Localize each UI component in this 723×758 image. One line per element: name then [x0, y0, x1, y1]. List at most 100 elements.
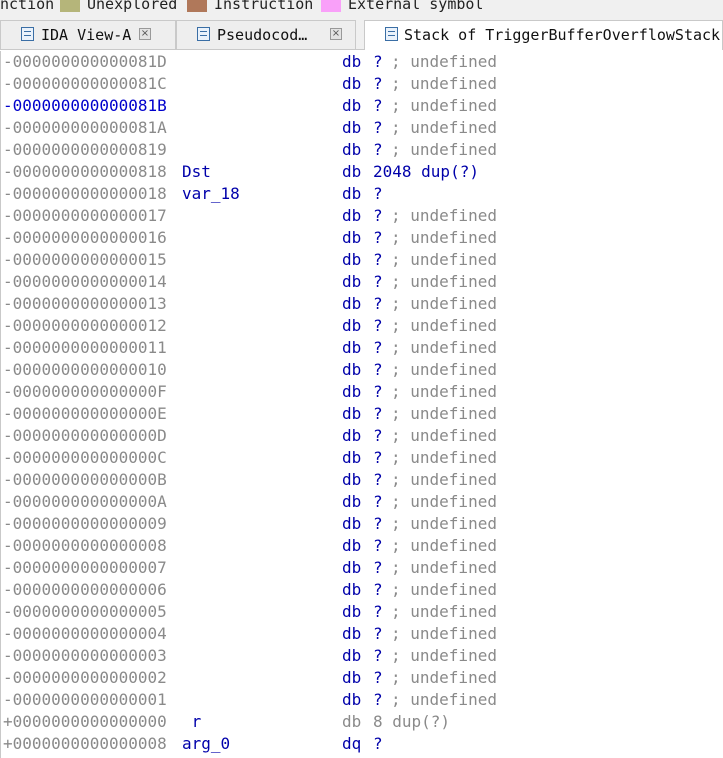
stack-row[interactable]: -0000000000000013 db? ; undefined — [1, 293, 723, 315]
stack-row[interactable]: -0000000000000001 db? ; undefined — [1, 689, 723, 711]
stack-offset: +0000000000000000 — [3, 712, 167, 731]
stack-row[interactable]: -0000000000000008 db? ; undefined — [1, 535, 723, 557]
stack-row[interactable]: -0000000000000006 db? ; undefined — [1, 579, 723, 601]
stack-row[interactable]: -0000000000000003 db? ; undefined — [1, 645, 723, 667]
stack-var-value: ? — [373, 360, 383, 379]
stack-var-name: Dst — [182, 162, 211, 181]
stack-var-value: ? — [373, 272, 383, 291]
tab-label: Pseudocod… — [217, 26, 308, 44]
stack-row[interactable]: +0000000000000000 r db 8 dup(?) — [1, 711, 723, 733]
stack-var-type: db — [342, 404, 362, 423]
close-icon[interactable]: × — [330, 28, 342, 40]
stack-var-type: db — [342, 162, 362, 181]
stack-offset: -0000000000000003 — [3, 646, 167, 665]
stack-offset: -0000000000000001 — [3, 690, 167, 709]
stack-row[interactable]: -000000000000081A db? ; undefined — [1, 117, 723, 139]
stack-row[interactable]: -000000000000000F db? ; undefined — [1, 381, 723, 403]
tab-label: Stack of TriggerBufferOverflowStack — [404, 26, 721, 44]
color-legend-bar: nction Unexplored Instruction External s… — [0, 0, 723, 14]
stack-row[interactable]: -000000000000000A db? ; undefined — [1, 491, 723, 513]
stack-row[interactable]: -0000000000000005 db? ; undefined — [1, 601, 723, 623]
stack-var-comment: ; undefined — [391, 360, 497, 379]
stack-offset: -0000000000000819 — [3, 140, 167, 159]
stack-row[interactable]: -0000000000000004 db? ; undefined — [1, 623, 723, 645]
stack-var-type: db — [342, 294, 362, 313]
stack-var-value: ? — [373, 184, 383, 203]
stack-var-type: db — [342, 514, 362, 533]
stack-row[interactable]: -000000000000000D db? ; undefined — [1, 425, 723, 447]
stack-var-type: db — [342, 492, 362, 511]
stack-offset: -000000000000081B — [3, 96, 167, 115]
stack-var-type: db — [342, 602, 362, 621]
stack-var-value: ? — [373, 52, 383, 71]
stack-var-type: db — [342, 316, 362, 335]
stack-var-value: ? — [373, 74, 383, 93]
stack-row[interactable]: -0000000000000819 db? ; undefined — [1, 139, 723, 161]
stack-row[interactable]: -0000000000000012 db? ; undefined — [1, 315, 723, 337]
stack-offset: -000000000000000C — [3, 448, 167, 467]
stack-var-comment: ; undefined — [391, 96, 497, 115]
stack-offset: -000000000000000D — [3, 426, 167, 445]
stack-offset: -0000000000000015 — [3, 250, 167, 269]
stack-row[interactable]: -000000000000000C db? ; undefined — [1, 447, 723, 469]
stack-offset: -000000000000000B — [3, 470, 167, 489]
stack-var-comment: ; undefined — [391, 294, 497, 313]
stack-offset: -000000000000081C — [3, 74, 167, 93]
stack-var-comment: ; undefined — [391, 250, 497, 269]
stack-row[interactable]: -000000000000081B db? ; undefined — [1, 95, 723, 117]
stack-row[interactable]: -000000000000000B db? ; undefined — [1, 469, 723, 491]
stack-offset: -000000000000081D — [3, 52, 167, 71]
stack-var-value: ? — [373, 338, 383, 357]
stack-offset: -0000000000000011 — [3, 338, 167, 357]
stack-offset: -0000000000000004 — [3, 624, 167, 643]
stack-var-comment: ; undefined — [391, 646, 497, 665]
stack-row[interactable]: -0000000000000014 db? ; undefined — [1, 271, 723, 293]
stack-var-comment: ; undefined — [391, 206, 497, 225]
tab-stack-of-triggerbufferoverflowstack[interactable]: Stack of TriggerBufferOverflowStack — [364, 20, 723, 50]
stack-var-comment: ; undefined — [391, 602, 497, 621]
stack-var-comment: ; undefined — [391, 382, 497, 401]
stack-offset: -0000000000000012 — [3, 316, 167, 335]
stack-var-type: db — [342, 74, 362, 93]
stack-row[interactable]: -0000000000000010 db? ; undefined — [1, 359, 723, 381]
stack-var-type: db — [342, 426, 362, 445]
stack-var-value: ? — [373, 206, 383, 225]
stack-var-comment: ; undefined — [391, 404, 497, 423]
stack-var-value: ? — [373, 492, 383, 511]
stack-row[interactable]: -0000000000000009 db? ; undefined — [1, 513, 723, 535]
stack-row[interactable]: -0000000000000011 db? ; undefined — [1, 337, 723, 359]
stack-offset: -0000000000000008 — [3, 536, 167, 555]
stack-var-comment: ; undefined — [391, 470, 497, 489]
stack-row[interactable]: -0000000000000015 db? ; undefined — [1, 249, 723, 271]
stack-row[interactable]: -000000000000000E db? ; undefined — [1, 403, 723, 425]
stack-row[interactable]: -0000000000000002 db? ; undefined — [1, 667, 723, 689]
stack-var-type: db — [342, 96, 362, 115]
stack-row[interactable]: +0000000000000008 arg_0 dq? — [1, 733, 723, 755]
stack-offset: -0000000000000017 — [3, 206, 167, 225]
stack-frame-listing[interactable]: -000000000000081D db?; undefined -00000000… — [0, 51, 723, 758]
stack-var-value: ? — [373, 228, 383, 247]
stack-row[interactable]: -0000000000000017 db? ; undefined — [1, 205, 723, 227]
stack-var-type: db — [342, 52, 362, 71]
legend-label-instruction: Instruction — [214, 0, 314, 13]
stack-row[interactable]: -0000000000000818 Dst db 2048 dup(?) — [1, 161, 723, 183]
stack-row[interactable]: -0000000000000016 db? ; undefined — [1, 227, 723, 249]
tab-ida-view-a[interactable]: IDA View-A × — [0, 20, 176, 49]
stack-var-comment: ; undefined — [391, 580, 497, 599]
stack-offset: -0000000000000007 — [3, 558, 167, 577]
close-icon[interactable]: × — [139, 28, 151, 40]
stack-row[interactable]: -000000000000081C db? ; undefined — [1, 73, 723, 95]
stack-row[interactable]: -0000000000000007 db? ; undefined — [1, 557, 723, 579]
stack-var-comment: ; undefined — [391, 140, 497, 159]
stack-offset: -0000000000000005 — [3, 602, 167, 621]
stack-offset: -0000000000000010 — [3, 360, 167, 379]
stack-row[interactable]: -0000000000000018 var_18 db? — [1, 183, 723, 205]
tab-pseudocode[interactable]: Pseudocod… × — [176, 20, 356, 49]
stack-var-comment: ; undefined — [391, 668, 497, 687]
legend-swatch-unexplored — [60, 0, 80, 12]
legend-label-external-symbol: External symbol — [348, 0, 484, 13]
stack-offset: -0000000000000016 — [3, 228, 167, 247]
stack-row[interactable]: -000000000000081D db? ; undefined — [1, 51, 723, 73]
stack-offset: -000000000000000F — [3, 382, 167, 401]
stack-offset: +0000000000000008 — [3, 734, 167, 753]
